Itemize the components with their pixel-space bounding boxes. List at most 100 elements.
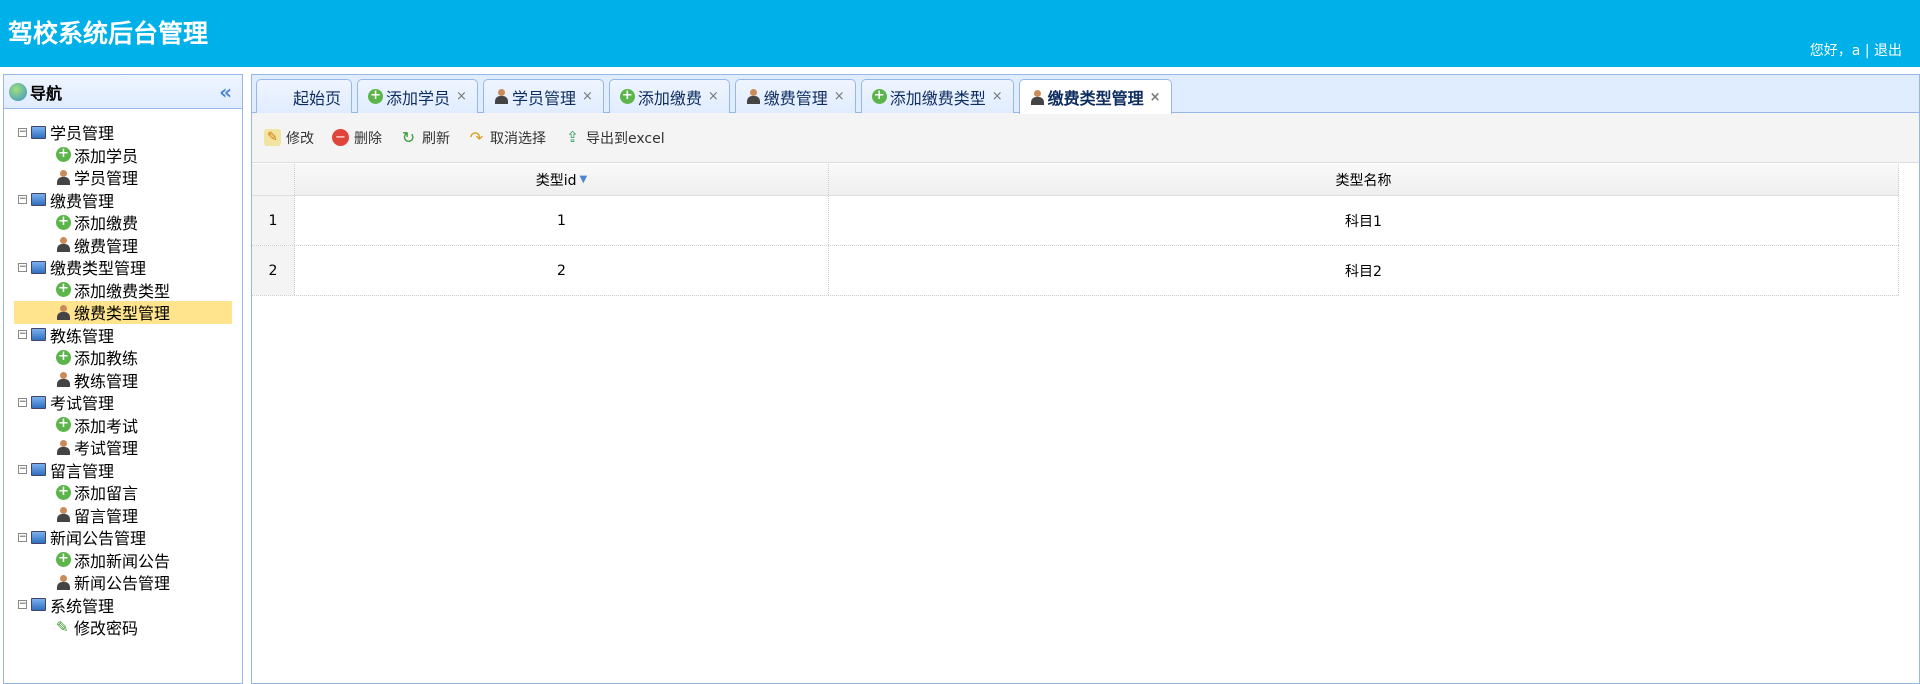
- nav-item[interactable]: + 添加学员: [14, 144, 242, 167]
- nav-item[interactable]: 缴费管理: [14, 234, 242, 257]
- nav-item[interactable]: 新闻公告管理: [14, 571, 242, 594]
- tab-label: 添加缴费: [637, 88, 702, 108]
- nav-item[interactable]: + 添加教练: [14, 346, 242, 369]
- collapse-toggle-icon[interactable]: −: [18, 127, 27, 137]
- close-icon[interactable]: ×: [582, 89, 593, 104]
- tab-bar: 起始页 + 添加学员 × 学员管理 × + 添加缴费 × 缴费管理 × + 添加缴费类型 × 缴费类型管理 ×: [252, 75, 1919, 114]
- add-icon: +: [56, 417, 71, 433]
- nav-group-label: 留言管理: [50, 461, 115, 481]
- tab[interactable]: 缴费管理 ×: [734, 79, 856, 113]
- collapse-toggle-icon[interactable]: −: [18, 195, 27, 205]
- user-icon: [56, 439, 71, 455]
- computer-icon: [31, 125, 46, 139]
- cancel-label: 取消选择: [490, 130, 546, 147]
- tab[interactable]: + 添加缴费 ×: [608, 79, 730, 113]
- nav-item-label: 新闻公告管理: [74, 574, 171, 594]
- delete-button[interactable]: − 删除: [332, 128, 382, 148]
- row-number: 1: [252, 196, 295, 245]
- add-icon: +: [56, 214, 71, 230]
- nav-item[interactable]: 缴费类型管理: [14, 301, 232, 324]
- nav-item[interactable]: + 添加缴费类型: [14, 279, 242, 302]
- table-row[interactable]: 1 1 科目1: [252, 196, 1899, 246]
- collapse-icon[interactable]: «: [219, 80, 232, 104]
- sort-desc-icon: ▼: [579, 174, 588, 185]
- computer-icon: [31, 463, 46, 477]
- nav-item[interactable]: + 添加缴费: [14, 211, 242, 234]
- collapse-toggle-icon[interactable]: −: [18, 600, 27, 610]
- nav-group[interactable]: − 缴费管理: [14, 189, 242, 212]
- user-icon: [56, 304, 71, 320]
- close-icon[interactable]: ×: [992, 89, 1003, 104]
- nav-item[interactable]: + 添加新闻公告: [14, 549, 242, 572]
- close-icon[interactable]: ×: [456, 89, 467, 104]
- sidebar-header: 导航 «: [4, 75, 242, 109]
- nav-group-label: 教练管理: [50, 326, 115, 346]
- refresh-label: 刷新: [422, 130, 450, 147]
- refresh-button[interactable]: ↻ 刷新: [400, 128, 450, 148]
- nav-group[interactable]: − 缴费类型管理: [14, 256, 242, 279]
- close-icon[interactable]: ×: [708, 89, 719, 104]
- tab[interactable]: + 添加学员 ×: [357, 79, 478, 113]
- nav-item-label: 缴费类型管理: [74, 304, 171, 324]
- computer-icon: [31, 395, 46, 409]
- column-header-name[interactable]: 类型名称: [829, 164, 1899, 195]
- nav-item-label: 添加教练: [74, 349, 139, 369]
- nav-item-label: 添加学员: [74, 146, 139, 166]
- add-icon: +: [56, 349, 71, 365]
- nav-group[interactable]: − 新闻公告管理: [14, 526, 242, 549]
- nav-group[interactable]: − 教练管理: [14, 324, 242, 347]
- nav-group[interactable]: − 系统管理: [14, 594, 242, 617]
- collapse-toggle-icon[interactable]: −: [18, 465, 27, 475]
- tab[interactable]: + 添加缴费类型 ×: [860, 79, 1014, 113]
- computer-icon: [31, 530, 46, 544]
- collapse-toggle-icon[interactable]: −: [18, 330, 27, 340]
- column-header-id[interactable]: 类型id ▼: [295, 164, 829, 195]
- nav-item-label: 留言管理: [74, 506, 139, 526]
- collapse-toggle-icon[interactable]: −: [18, 262, 27, 272]
- nav-group[interactable]: − 留言管理: [14, 459, 242, 482]
- nav-item[interactable]: 留言管理: [14, 504, 242, 527]
- tab[interactable]: 起始页: [256, 79, 353, 113]
- globe-icon: [9, 82, 27, 101]
- table-row[interactable]: 2 2 科目2: [252, 246, 1899, 296]
- collapse-toggle-icon[interactable]: −: [18, 532, 27, 542]
- export-icon: ⇪: [566, 128, 579, 146]
- logout-link[interactable]: 退出: [1874, 43, 1902, 59]
- user-icon: [56, 169, 71, 185]
- sidebar: 导航 « − 学员管理 + 添加学员 学员管理 − 缴费管理 + 添加缴费 缴费管理 − 缴费类型管理…: [3, 74, 243, 684]
- nav-item[interactable]: ✎ 修改密码: [14, 616, 242, 639]
- nav-group-label: 考试管理: [50, 394, 115, 414]
- nav-group-label: 缴费类型管理: [50, 259, 147, 279]
- nav-item[interactable]: 教练管理: [14, 369, 242, 392]
- nav-item[interactable]: + 添加考试: [14, 414, 242, 437]
- tab-label: 学员管理: [511, 88, 576, 108]
- nav-item[interactable]: 学员管理: [14, 166, 242, 189]
- row-number: 2: [252, 246, 295, 295]
- tab-label: 添加缴费类型: [889, 88, 986, 108]
- close-icon[interactable]: ×: [1150, 90, 1161, 105]
- undo-icon: ↷: [469, 128, 484, 147]
- tab[interactable]: 学员管理 ×: [482, 79, 604, 113]
- tab[interactable]: 缴费类型管理 ×: [1018, 79, 1172, 114]
- rownum-header: [252, 164, 295, 195]
- collapse-toggle-icon[interactable]: −: [18, 397, 27, 407]
- nav-group[interactable]: − 学员管理: [14, 121, 242, 144]
- cancel-selection-button[interactable]: ↷ 取消选择: [468, 128, 546, 148]
- nav-item-label: 修改密码: [74, 619, 139, 639]
- user-icon: [56, 507, 71, 523]
- user-area: 您好，a | 退出: [1810, 40, 1902, 60]
- user-icon: [746, 89, 761, 104]
- nav-item[interactable]: 考试管理: [14, 436, 242, 459]
- edit-label: 修改: [286, 130, 314, 147]
- add-icon: +: [56, 282, 71, 298]
- edit-button[interactable]: ✎ 修改: [264, 128, 314, 148]
- sidebar-title: 导航: [30, 83, 63, 103]
- nav-group[interactable]: − 考试管理: [14, 391, 242, 414]
- nav-item[interactable]: + 添加留言: [14, 481, 242, 504]
- user-icon: [56, 574, 71, 590]
- export-label: 导出到excel: [586, 130, 665, 147]
- add-icon: +: [871, 89, 887, 104]
- add-icon: +: [368, 89, 384, 104]
- close-icon[interactable]: ×: [834, 89, 845, 104]
- export-button[interactable]: ⇪ 导出到excel: [564, 128, 665, 148]
